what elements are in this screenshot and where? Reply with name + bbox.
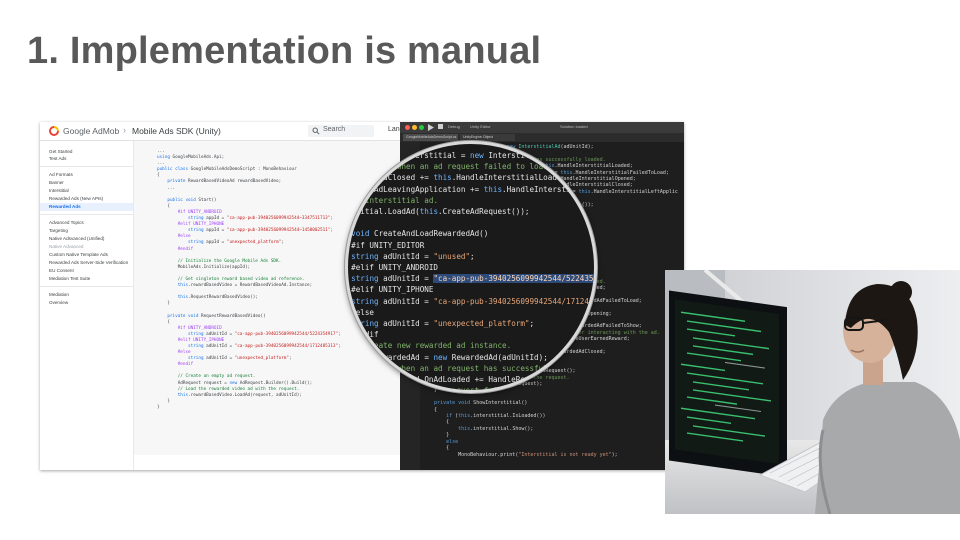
sidebar-item-get-started[interactable]: Get Started — [49, 149, 73, 154]
editor-tabbar: GoogleMobileAdsDemoScript.cs UnityEngine… — [400, 133, 684, 142]
sidebar-item-eu-consent[interactable]: EU Consent — [49, 268, 74, 273]
debug-config[interactable]: Debug — [448, 124, 460, 129]
admob-brand[interactable]: Google AdMob — [63, 126, 119, 136]
sidebar-section-ad-formats[interactable]: Ad Formats — [49, 172, 73, 177]
sidebar-divider — [40, 166, 133, 167]
sidebar-item-test-ads[interactable]: Test Ads — [49, 156, 66, 161]
maximize-window-icon[interactable] — [419, 125, 424, 130]
search-label: Search — [323, 126, 346, 133]
stop-icon[interactable] — [438, 124, 443, 129]
sidebar-item-custom-native[interactable]: Custom Native Template Ads — [49, 252, 108, 257]
sidebar-item-overview[interactable]: Overview — [49, 300, 68, 305]
admob-docs-pane: Google AdMob › Mobile Ads SDK (Unity) Se… — [40, 122, 404, 470]
solution-status: Solution loaded — [560, 124, 588, 129]
sidebar-section-advanced-topics[interactable]: Advanced Topics — [49, 220, 84, 225]
sidebar-item-native-advanced[interactable]: Native Advanced — [49, 244, 83, 249]
monitor-icon — [669, 290, 787, 478]
magnifier-lens: this.interstitial = new InterstitialAd(a… — [345, 141, 597, 393]
sidebar-item-banner[interactable]: Banner — [49, 180, 64, 185]
sidebar-section-mediation[interactable]: Mediation — [49, 292, 69, 297]
sidebar-divider — [40, 286, 133, 287]
admob-header: Google AdMob › Mobile Ads SDK (Unity) Se… — [40, 122, 404, 141]
sidebar-item-native-unified[interactable]: Native Adsvanced (Unified) — [49, 236, 104, 241]
sidebar-divider — [40, 214, 133, 215]
admob-logo-icon — [49, 126, 59, 136]
slide-title: 1. Implementation is manual — [27, 30, 542, 72]
sidebar-item-targeting[interactable]: Targeting — [49, 228, 68, 233]
minimize-window-icon[interactable] — [412, 125, 417, 130]
close-window-icon[interactable] — [405, 125, 410, 130]
tab-demo-script[interactable]: GoogleMobileAdsDemoScript.cs — [403, 134, 458, 141]
page-title: Mobile Ads SDK (Unity) — [132, 126, 221, 136]
docs-sidebar: Get Started Test Ads Ad Formats Banner I… — [40, 141, 134, 470]
play-icon[interactable] — [428, 124, 434, 131]
code-screenshot-composite: Google AdMob › Mobile Ads SDK (Unity) Se… — [40, 122, 684, 470]
search-icon — [312, 127, 320, 135]
tab-unity-object[interactable]: UnityEngine.Object — [460, 134, 515, 141]
magnified-code-text: this.interstitial = new InterstitialAd(a… — [348, 150, 594, 390]
ide-titlebar: Debug Unity Editor Solution loaded — [400, 122, 684, 133]
sidebar-item-rewarded-ads[interactable]: Rewarded Ads — [49, 204, 81, 209]
sidebar-item-rewarded-new-apis[interactable]: Rewarded Ads (New APIs) — [49, 196, 103, 201]
sidebar-item-interstitial[interactable]: Interstitial — [49, 188, 69, 193]
sidebar-item-ssv[interactable]: Rewarded Ads Server-Side Verification — [49, 260, 128, 265]
breadcrumb-separator: › — [123, 125, 126, 135]
sidebar-item-mediation-test-suite[interactable]: Mediation Test Suite — [49, 276, 90, 281]
search-box[interactable]: Search — [308, 125, 374, 137]
run-target[interactable]: Unity Editor — [470, 124, 491, 129]
developer-photo — [665, 270, 960, 514]
